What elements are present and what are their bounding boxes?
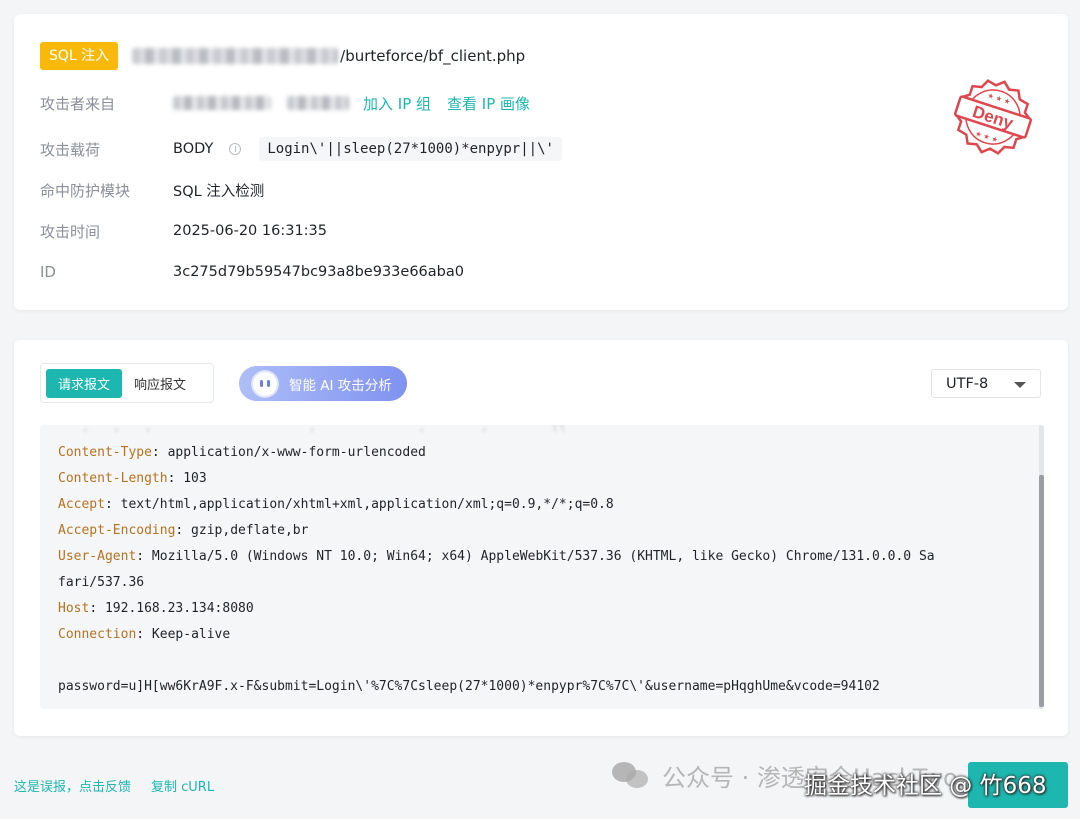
header-line-wrap: fari/537.36 bbox=[58, 575, 145, 590]
source-row: 攻击者来自 加入 IP 组 查看 IP 画像 bbox=[40, 91, 530, 115]
id-value: 3c275d79b59547bc93a8be933e66aba0 bbox=[173, 264, 464, 280]
module-row: 命中防护模块 SQL 注入检测 bbox=[40, 178, 264, 202]
ai-analysis-label: 智能 AI 攻击分析 bbox=[289, 377, 392, 394]
attack-url-path: /burteforce/bf_client.php bbox=[340, 47, 526, 65]
redacted-location bbox=[287, 96, 349, 110]
attack-type-badge: SQL 注入 bbox=[40, 42, 119, 70]
module-value: SQL 注入检测 bbox=[173, 183, 265, 200]
redacted-ip bbox=[173, 96, 271, 110]
payload-location: BODY bbox=[173, 141, 214, 157]
wechat-icon bbox=[612, 760, 652, 790]
false-positive-link[interactable]: 这是误报，点击反馈 bbox=[14, 776, 131, 795]
deny-stamp-icon: Deny ★ ★ ★ ★ ★ ★ bbox=[953, 79, 1033, 155]
id-row: ID 3c275d79b59547bc93a8be933e66aba0 bbox=[40, 260, 464, 284]
header-line: Host: 192.168.23.134:8080 bbox=[58, 601, 254, 616]
request-lines: , , , , , , (( Content-Type: application… bbox=[58, 425, 1026, 700]
redacted-host bbox=[132, 48, 339, 64]
tab-response[interactable]: 响应报文 bbox=[122, 369, 198, 398]
request-card: 请求报文 响应报文 智能 AI 攻击分析 UTF-8 , , , , , , (… bbox=[14, 340, 1068, 736]
ai-robot-icon bbox=[253, 371, 277, 396]
chevron-down-icon bbox=[1014, 382, 1026, 388]
body-line: password=u]H[ww6KrA9F.x-F&submit=Login\'… bbox=[58, 679, 880, 694]
encoding-value: UTF-8 bbox=[946, 375, 989, 392]
request-body-viewer[interactable]: , , , , , , (( Content-Type: application… bbox=[40, 425, 1044, 709]
tab-request[interactable]: 请求报文 bbox=[46, 368, 123, 398]
scrollbar-track[interactable] bbox=[1039, 425, 1044, 709]
cut-off-line: , , , , , , (( bbox=[58, 425, 567, 434]
payload-value: Login\'||sleep(27*1000)*enpypr||\' bbox=[259, 137, 562, 161]
time-row: 攻击时间 2025-06-20 16:31:35 bbox=[40, 219, 327, 243]
attack-title-row: SQL 注入 /burteforce/bf_client.php bbox=[40, 42, 525, 70]
scrollbar-thumb[interactable] bbox=[1039, 475, 1044, 707]
time-value: 2025-06-20 16:31:35 bbox=[173, 223, 327, 239]
module-label: 命中防护模块 bbox=[40, 181, 131, 200]
time-label: 攻击时间 bbox=[40, 222, 101, 241]
header-line: Content-Type: application/x-www-form-url… bbox=[58, 445, 426, 460]
info-icon[interactable] bbox=[229, 143, 242, 155]
ai-analysis-button[interactable]: 智能 AI 攻击分析 bbox=[239, 366, 407, 401]
attack-detail-card: SQL 注入 /burteforce/bf_client.php 攻击者来自 加… bbox=[14, 14, 1068, 310]
source-label: 攻击者来自 bbox=[40, 94, 116, 113]
header-line: Content-Length: 103 bbox=[58, 471, 207, 486]
payload-row: 攻击载荷 BODY Login\'||sleep(27*1000)*enpypr… bbox=[40, 135, 562, 163]
message-tabs: 请求报文 响应报文 bbox=[40, 363, 214, 403]
add-ip-group-link[interactable]: 加入 IP 组 bbox=[363, 93, 431, 114]
copy-curl-link[interactable]: 复制 cURL bbox=[151, 776, 214, 795]
header-line: User-Agent: Mozilla/5.0 (Windows NT 10.0… bbox=[58, 549, 935, 564]
header-line: Accept: text/html,application/xhtml+xml,… bbox=[58, 497, 614, 512]
header-line: Connection: Keep-alive bbox=[58, 627, 231, 642]
juejin-watermark: 掘金技术社区 @ 竹668 bbox=[804, 773, 1047, 799]
encoding-select[interactable]: UTF-8 bbox=[931, 369, 1041, 398]
header-line: Accept-Encoding: gzip,deflate,br bbox=[58, 523, 309, 538]
view-ip-profile-link[interactable]: 查看 IP 画像 bbox=[447, 93, 530, 114]
svg-text:★ ★ ★: ★ ★ ★ bbox=[974, 130, 999, 145]
id-label: ID bbox=[40, 263, 56, 281]
payload-label: 攻击载荷 bbox=[40, 140, 101, 159]
